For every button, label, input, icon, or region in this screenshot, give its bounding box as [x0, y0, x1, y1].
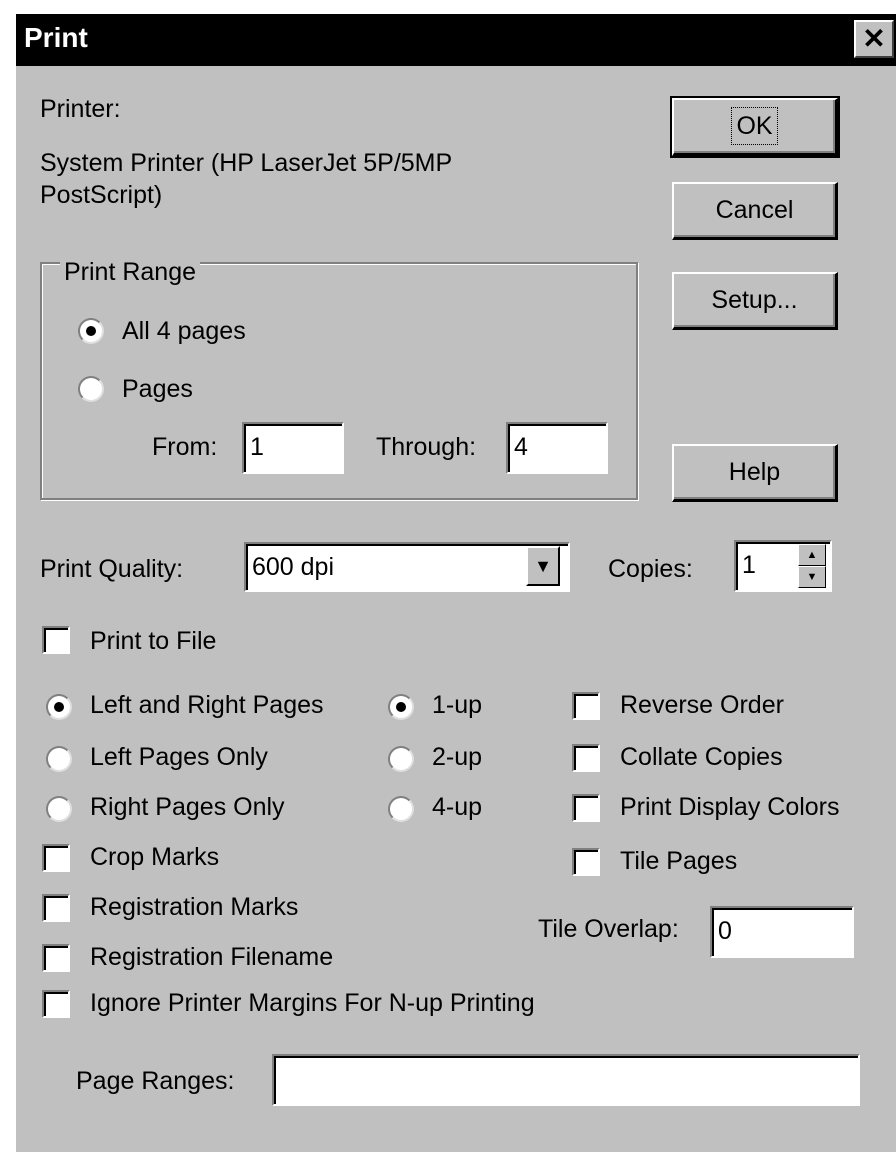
page-side-radio-1[interactable]: [46, 746, 72, 772]
help-button[interactable]: Help: [672, 444, 838, 502]
registration-filename-checkbox[interactable]: [42, 944, 70, 972]
help-button-label: Help: [728, 458, 781, 486]
collate-copies-checkbox[interactable]: [572, 744, 600, 772]
nup-label-1[interactable]: 2-up: [432, 742, 482, 772]
registration-marks-label[interactable]: Registration Marks: [90, 892, 298, 922]
arrow-up-icon: ▲: [806, 549, 818, 561]
crop-marks-checkbox[interactable]: [42, 844, 70, 872]
tile-overlap-label: Tile Overlap:: [538, 915, 679, 943]
all-pages-label[interactable]: All 4 pages: [122, 316, 246, 346]
print-quality-select[interactable]: 600 dpi: [244, 542, 570, 592]
page-ranges-label: Page Ranges:: [76, 1067, 235, 1095]
nup-radio-0[interactable]: [388, 694, 414, 720]
arrow-down-icon: ▼: [806, 571, 818, 583]
print-to-file-label[interactable]: Print to File: [90, 626, 216, 656]
print-quality-label: Print Quality:: [40, 555, 184, 583]
print-quality-value: 600 dpi: [252, 553, 335, 581]
copies-value: 1: [742, 551, 756, 579]
collate-copies-label[interactable]: Collate Copies: [620, 742, 783, 772]
registration-filename-label[interactable]: Registration Filename: [90, 942, 333, 972]
setup-button-label: Setup...: [711, 286, 798, 314]
close-icon: ✕: [862, 23, 886, 54]
print-range-legend: Print Range: [60, 258, 201, 287]
pages-radio[interactable]: [78, 376, 104, 402]
reverse-order-checkbox[interactable]: [572, 692, 600, 720]
through-input[interactable]: 4: [506, 422, 608, 474]
from-input[interactable]: 1: [242, 422, 344, 474]
all-pages-radio[interactable]: [78, 318, 104, 344]
printer-name-line2: PostScript): [40, 181, 163, 209]
crop-marks-label[interactable]: Crop Marks: [90, 842, 219, 872]
print-to-file-checkbox[interactable]: [42, 626, 70, 654]
pages-label[interactable]: Pages: [122, 374, 193, 404]
page-ranges-input[interactable]: [272, 1054, 860, 1106]
print-display-colors-label[interactable]: Print Display Colors: [620, 792, 840, 822]
nup-label-0[interactable]: 1-up: [432, 690, 482, 720]
tile-pages-label[interactable]: Tile Pages: [620, 846, 737, 876]
ignore-printer-margins-checkbox[interactable]: [42, 990, 70, 1018]
tile-overlap-input[interactable]: 0: [710, 906, 854, 958]
print-quality-dropdown-button[interactable]: ▼: [526, 546, 560, 586]
chevron-down-icon: ▼: [534, 556, 552, 576]
page-side-radio-2[interactable]: [46, 796, 72, 822]
page-side-label-2[interactable]: Right Pages Only: [90, 792, 285, 822]
registration-marks-checkbox[interactable]: [42, 894, 70, 922]
printer-label: Printer:: [40, 95, 121, 123]
close-button[interactable]: ✕: [854, 20, 894, 58]
nup-label-2[interactable]: 4-up: [432, 792, 482, 822]
print-display-colors-checkbox[interactable]: [572, 794, 600, 822]
page-side-label-0[interactable]: Left and Right Pages: [90, 690, 324, 720]
printer-name-line1: System Printer (HP LaserJet 5P/5MP: [40, 149, 453, 177]
cancel-button[interactable]: Cancel: [672, 182, 838, 240]
window-edge-left: [0, 0, 16, 1152]
from-label: From:: [152, 433, 218, 461]
nup-radio-1[interactable]: [388, 746, 414, 772]
reverse-order-label[interactable]: Reverse Order: [620, 690, 784, 720]
ok-button[interactable]: OK: [670, 96, 840, 158]
print-dialog: Print ✕ Printer: System Printer (HP Lase…: [0, 0, 896, 1152]
nup-radio-2[interactable]: [388, 796, 414, 822]
ignore-printer-margins-label[interactable]: Ignore Printer Margins For N-up Printing: [90, 988, 535, 1018]
copies-up-button[interactable]: ▲: [798, 544, 826, 566]
title-bar[interactable]: Print ✕: [16, 14, 896, 66]
cancel-button-label: Cancel: [715, 196, 794, 224]
through-label: Through:: [376, 433, 477, 461]
window-edge-top: [0, 0, 896, 14]
copies-label: Copies:: [608, 555, 693, 583]
dialog-title: Print: [24, 22, 88, 53]
page-side-label-1[interactable]: Left Pages Only: [90, 742, 268, 772]
setup-button[interactable]: Setup...: [672, 272, 838, 330]
page-side-radio-0[interactable]: [46, 694, 72, 720]
ok-button-label: OK: [731, 107, 778, 145]
copies-down-button[interactable]: ▼: [798, 566, 826, 588]
tile-pages-checkbox[interactable]: [572, 848, 600, 876]
